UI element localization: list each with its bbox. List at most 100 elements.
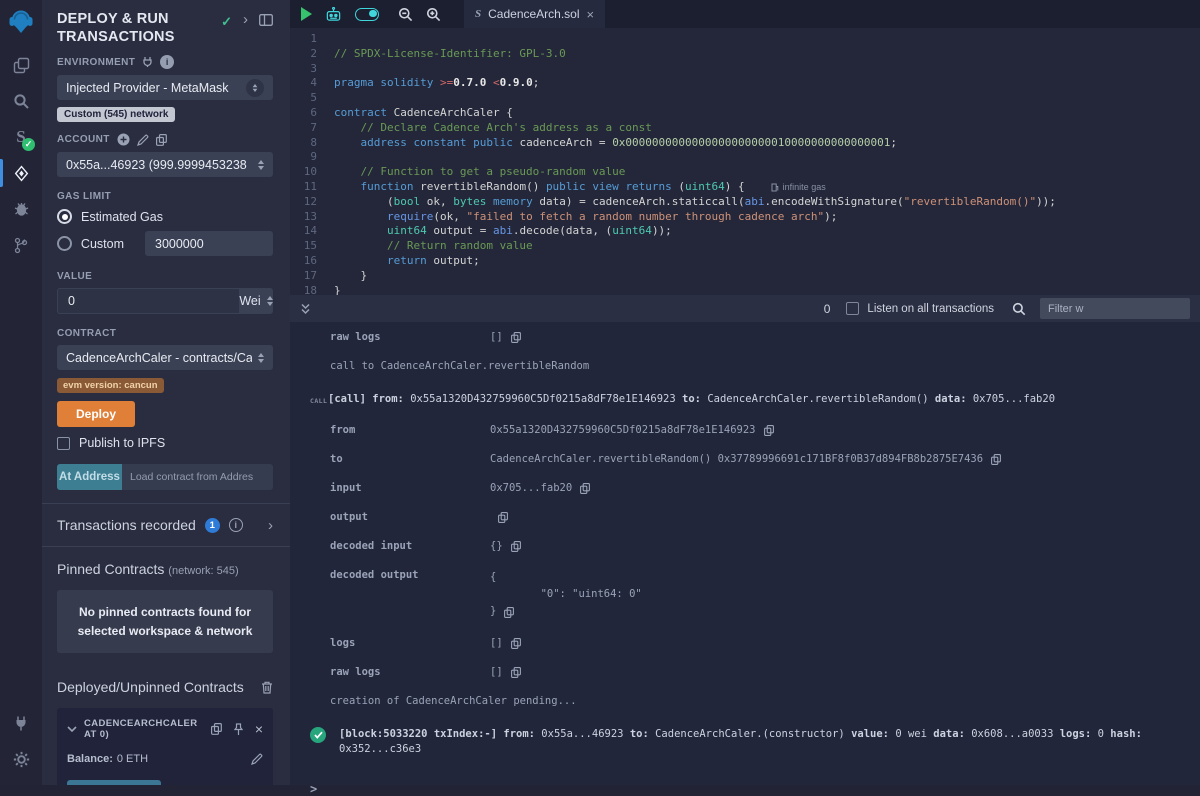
- infinite-gas-annotation: infinite gas: [771, 180, 826, 195]
- copy-icon[interactable]: [511, 541, 521, 552]
- listen-all-transactions-label[interactable]: Listen on all transactions: [867, 303, 994, 315]
- estimated-gas-radio[interactable]: [57, 209, 72, 224]
- copy-icon[interactable]: [511, 332, 521, 343]
- line-number[interactable]: 13: [290, 210, 334, 225]
- line-number[interactable]: 8: [290, 136, 334, 151]
- deploy-run-panel: DEPLOY & RUN TRANSACTIONS ✓ › ENVIRONMEN…: [42, 0, 290, 785]
- custom-gas-radio[interactable]: [57, 236, 72, 251]
- clear-deployed-trash-icon[interactable]: [261, 681, 273, 694]
- remove-contract-icon[interactable]: ×: [255, 724, 263, 734]
- line-number[interactable]: 16: [290, 254, 334, 269]
- value-unit-select[interactable]: Wei: [239, 288, 273, 314]
- code-text: require(ok, "failed to fetch a random nu…: [334, 210, 837, 225]
- at-address-input[interactable]: [122, 464, 273, 490]
- zoom-in-icon[interactable]: [426, 7, 441, 22]
- pin-contract-icon[interactable]: [233, 723, 244, 736]
- remix-logo[interactable]: [7, 7, 35, 35]
- terminal: 0 Listen on all transactions raw logs[]c…: [290, 295, 1200, 785]
- search-icon[interactable]: [0, 83, 42, 119]
- line-number[interactable]: 1: [290, 32, 334, 47]
- line-number[interactable]: 9: [290, 150, 334, 165]
- copy-account-icon[interactable]: [156, 134, 167, 146]
- run-script-play-icon[interactable]: [301, 7, 312, 21]
- git-icon[interactable]: [0, 227, 42, 263]
- line-number[interactable]: 15: [290, 239, 334, 254]
- line-number[interactable]: 3: [290, 62, 334, 77]
- plugin-manager-icon[interactable]: [0, 705, 42, 741]
- copy-icon[interactable]: [580, 483, 590, 494]
- ai-copilot-robot-icon[interactable]: [325, 7, 342, 22]
- code-text: (bool ok, bytes memory data) = cadenceAr…: [334, 195, 1056, 210]
- transactions-expand-icon[interactable]: ›: [268, 520, 273, 531]
- at-address-button[interactable]: At Address: [57, 464, 122, 490]
- tab-cadencearch-sol[interactable]: S CadenceArch.sol ×: [464, 0, 605, 28]
- code-editor[interactable]: 12// SPDX-License-Identifier: GPL-3.034p…: [290, 28, 1200, 295]
- divider: [42, 546, 290, 547]
- line-number[interactable]: 14: [290, 224, 334, 239]
- copy-icon[interactable]: [504, 607, 514, 618]
- line-number[interactable]: 2: [290, 47, 334, 62]
- cadence-arch-button[interactable]: cadenceArch: [67, 780, 161, 785]
- close-tab-icon[interactable]: ×: [587, 7, 595, 22]
- pin-panel-icon[interactable]: [259, 14, 273, 26]
- code-text: }: [334, 284, 341, 295]
- terminal-search-icon[interactable]: [1012, 302, 1026, 316]
- sign-message-icon[interactable]: [137, 134, 149, 146]
- value-input[interactable]: [57, 288, 239, 314]
- copy-contract-icon[interactable]: [211, 723, 222, 735]
- estimated-gas-label: Estimated Gas: [81, 210, 163, 224]
- copy-icon[interactable]: [764, 425, 774, 436]
- listen-all-transactions-checkbox[interactable]: [846, 302, 859, 315]
- block-summary-text[interactable]: [block:5033220 txIndex:-] from: 0x55a...…: [339, 727, 1200, 757]
- custom-gas-input[interactable]: [145, 231, 273, 256]
- line-number[interactable]: 5: [290, 91, 334, 106]
- terminal-message: call to CadenceArchCaler.revertibleRando…: [330, 360, 1200, 372]
- code-line: 3: [290, 62, 1200, 77]
- call-summary-text[interactable]: [call] from: 0x55a1320D432759960C5Df0215…: [328, 392, 1055, 407]
- deploy-run-icon[interactable]: [0, 155, 42, 191]
- pinned-contracts-title: Pinned Contracts (network: 545): [57, 561, 273, 577]
- transactions-info-icon[interactable]: i: [229, 518, 243, 532]
- environment-select[interactable]: Injected Provider - MetaMask: [57, 75, 273, 100]
- file-explorer-icon[interactable]: [0, 47, 42, 83]
- terminal-filter-input[interactable]: [1040, 298, 1190, 319]
- line-number[interactable]: 11: [290, 180, 334, 195]
- copilot-toggle[interactable]: [355, 8, 379, 21]
- editor-toolbar: S CadenceArch.sol ×: [290, 0, 1200, 28]
- code-line: 7 // Declare Cadence Arch's address as a…: [290, 121, 1200, 136]
- debugger-icon[interactable]: [0, 191, 42, 227]
- copy-icon[interactable]: [511, 638, 521, 649]
- publish-ipfs-checkbox[interactable]: [57, 437, 70, 450]
- copy-icon[interactable]: [498, 512, 508, 523]
- line-number[interactable]: 4: [290, 76, 334, 91]
- line-number[interactable]: 10: [290, 165, 334, 180]
- row-label: from: [310, 424, 490, 436]
- code-text: // Function to get a pseudo-random value: [334, 165, 625, 180]
- code-line: 6contract CadenceArchCaler {: [290, 106, 1200, 121]
- deploy-button[interactable]: Deploy: [57, 401, 135, 427]
- fork-environment-icon[interactable]: [142, 56, 153, 68]
- zoom-out-icon[interactable]: [398, 7, 413, 22]
- line-number[interactable]: 17: [290, 269, 334, 284]
- line-number[interactable]: 6: [290, 106, 334, 121]
- account-select[interactable]: 0x55a...46923 (999.9999453238: [57, 152, 273, 177]
- code-line: 8 address constant public cadenceArch = …: [290, 136, 1200, 151]
- copy-icon[interactable]: [991, 454, 1001, 465]
- publish-ipfs-label: Publish to IPFS: [79, 436, 165, 450]
- add-account-icon[interactable]: [117, 133, 130, 146]
- deployed-contracts-title: Deployed/Unpinned Contracts: [57, 679, 244, 695]
- terminal-collapse-double-chevron-icon[interactable]: [300, 303, 311, 315]
- solidity-compiler-icon[interactable]: S ✓: [0, 119, 42, 155]
- code-line: 13 require(ok, "failed to fetch a random…: [290, 210, 1200, 225]
- row-label: raw logs: [310, 331, 490, 343]
- line-number[interactable]: 12: [290, 195, 334, 210]
- line-number[interactable]: 7: [290, 121, 334, 136]
- environment-info-icon[interactable]: i: [160, 55, 174, 69]
- edit-balance-icon[interactable]: [251, 753, 263, 765]
- collapse-panel-icon[interactable]: ›: [243, 14, 248, 25]
- contract-select[interactable]: CadenceArchCaler - contracts/Cac: [57, 345, 273, 370]
- settings-gear-icon[interactable]: [0, 741, 42, 777]
- card-chevron-down-icon[interactable]: [67, 726, 77, 732]
- line-number[interactable]: 18: [290, 284, 334, 295]
- copy-icon[interactable]: [511, 667, 521, 678]
